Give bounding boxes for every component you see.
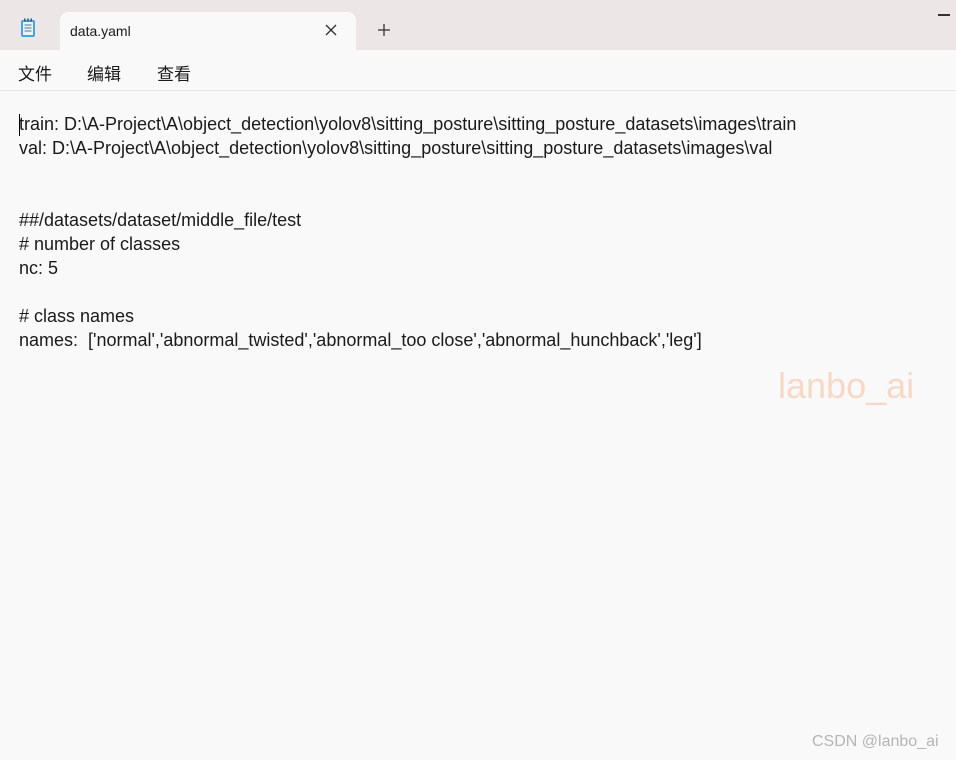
plus-icon[interactable] [376, 22, 392, 38]
notepad-icon [21, 18, 35, 37]
title-bar: data.yaml [0, 0, 956, 50]
menu-edit[interactable]: 编辑 [87, 60, 121, 85]
minimize-icon[interactable] [938, 14, 950, 16]
text-caret [19, 114, 20, 136]
close-icon[interactable] [324, 23, 338, 37]
editor-line: names: ['normal','abnormal_twisted','abn… [19, 330, 702, 350]
footer-watermark: CSDN @lanbo_ai [812, 733, 939, 750]
menu-bar: 文件 编辑 查看 [0, 50, 956, 91]
editor-line: val: D:\A-Project\A\object_detection\yol… [19, 138, 773, 158]
tab-data-yaml[interactable]: data.yaml [60, 12, 356, 50]
menu-view[interactable]: 查看 [157, 60, 191, 85]
editor-line: nc: 5 [19, 258, 59, 278]
watermark: lanbo_ai [778, 365, 915, 406]
menu-file[interactable]: 文件 [18, 60, 52, 85]
tab-title: data.yaml [70, 23, 131, 39]
editor-line: # class names [19, 306, 135, 326]
editor-line: ##/datasets/dataset/middle_file/test [19, 210, 302, 230]
editor-line: # number of classes [19, 234, 181, 254]
editor-line: train: D:\A-Project\A\object_detection\y… [19, 114, 797, 134]
text-editor[interactable] [0, 91, 956, 760]
